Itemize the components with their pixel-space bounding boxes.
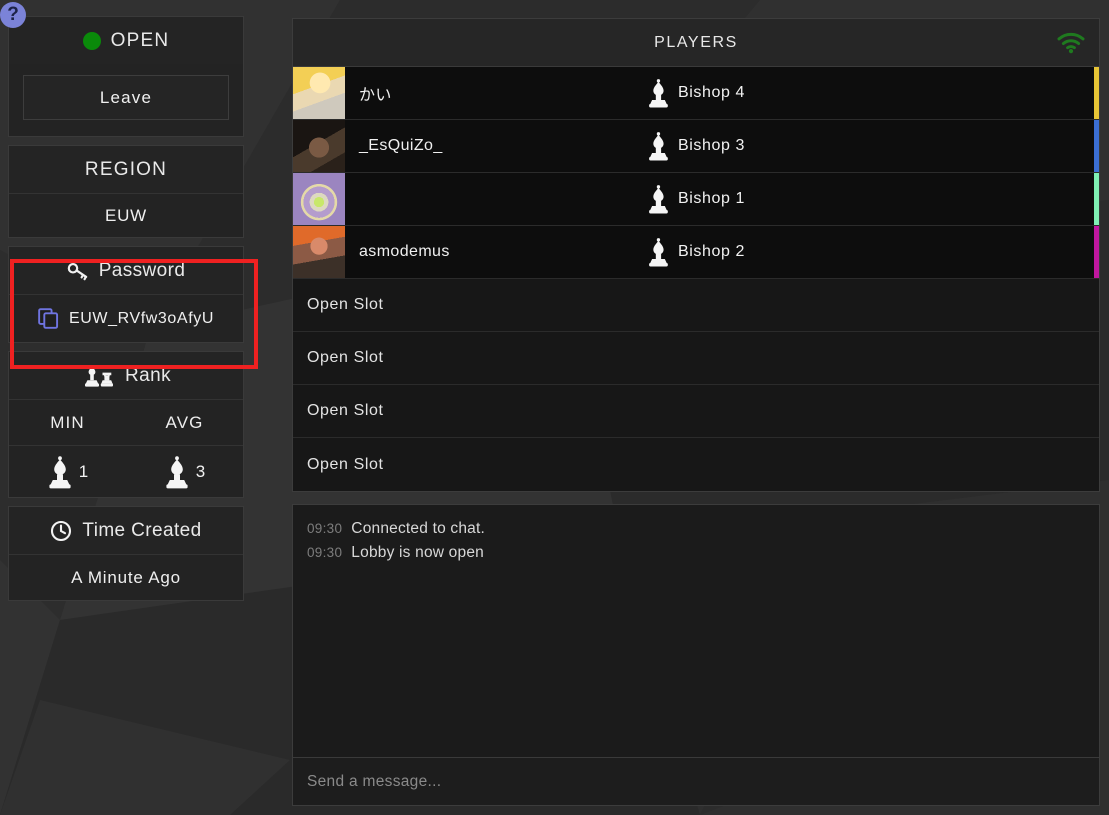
- leave-button-wrap: Leave: [9, 64, 243, 136]
- open-slot-row[interactable]: Open Slot: [293, 438, 1099, 491]
- clock-icon: [50, 520, 72, 542]
- key-icon: [67, 261, 89, 281]
- time-created-header: Time Created: [9, 507, 243, 554]
- open-slots-list: Open Slot Open Slot Open Slot Open Slot: [293, 279, 1099, 491]
- rank-values-row: 1 3: [9, 445, 243, 497]
- region-card: REGION EUW: [8, 145, 244, 238]
- open-slot-row[interactable]: Open Slot: [293, 385, 1099, 438]
- player-color-stripe: [1094, 226, 1099, 278]
- chess-bishop-icon: [47, 455, 73, 489]
- rank-avg-value: 3: [195, 461, 206, 481]
- player-row[interactable]: Bishop 1: [293, 173, 1099, 226]
- player-rank-label: Bishop 2: [677, 243, 746, 260]
- player-rank: Bishop 4: [647, 78, 745, 108]
- avatar: [293, 173, 345, 225]
- chess-bishop-icon: [647, 237, 670, 267]
- chat-timestamp: 09:30: [307, 521, 343, 536]
- avatar: [293, 226, 345, 278]
- rank-header: Rank: [9, 352, 243, 399]
- chess-bishop-icon: [647, 184, 670, 214]
- avatar: [293, 67, 345, 119]
- help-icon[interactable]: ?: [0, 2, 26, 28]
- players-list: かい Bishop 4 _EsQuiZo_ Bishop 3 Bishop 1 asmod…: [293, 67, 1099, 279]
- chat-text: Lobby is now open: [351, 544, 484, 561]
- players-panel: PLAYERS かい Bishop 4 _EsQuiZo_ Bishop 3 Bisho…: [292, 18, 1100, 492]
- chat-input-wrap[interactable]: [293, 757, 1099, 805]
- password-value-text: EUW_RVfw3oAfyU: [68, 309, 215, 327]
- chess-bishop-icon: [164, 455, 190, 489]
- chat-panel: 09:30 Connected to chat. 09:30 Lobby is now…: [292, 504, 1100, 806]
- open-slot-row[interactable]: Open Slot: [293, 332, 1099, 385]
- player-rank-label: Bishop 4: [677, 84, 746, 101]
- player-rank: Bishop 1: [647, 184, 745, 214]
- chat-log: 09:30 Connected to chat. 09:30 Lobby is now…: [293, 505, 1099, 757]
- region-value: EUW: [9, 193, 243, 237]
- chess-bishop-icon: [647, 131, 670, 161]
- rank-min-cell: 1: [9, 446, 126, 497]
- player-rank-label: Bishop 1: [677, 190, 746, 207]
- player-name: _EsQuiZo_: [359, 137, 443, 154]
- wifi-icon: [1057, 32, 1085, 53]
- players-title: PLAYERS: [654, 33, 738, 51]
- main-column: PLAYERS かい Bishop 4 _EsQuiZo_ Bishop 3 Bisho…: [292, 18, 1100, 806]
- time-created-card: Time Created A Minute Ago: [8, 506, 244, 601]
- chat-text: Connected to chat.: [351, 520, 486, 537]
- player-rank-label: Bishop 3: [677, 137, 746, 154]
- region-header: REGION: [9, 146, 243, 193]
- status-dot-icon: [82, 31, 101, 50]
- player-name: asmodemus: [359, 243, 450, 260]
- player-row[interactable]: asmodemus Bishop 2: [293, 226, 1099, 279]
- chess-pieces-icon: [81, 364, 115, 388]
- leave-button[interactable]: Leave: [23, 75, 229, 120]
- player-rank: Bishop 2: [647, 237, 745, 267]
- chat-timestamp: 09:30: [307, 545, 343, 560]
- rank-column-headers: MIN AVG: [9, 399, 243, 445]
- player-color-stripe: [1094, 67, 1099, 119]
- player-color-stripe: [1094, 173, 1099, 225]
- password-title-label: Password: [98, 259, 186, 281]
- chess-bishop-icon: [647, 78, 670, 108]
- password-card: Password EUW_RVfw3oAfyU: [8, 246, 244, 343]
- lobby-status-card: OPEN Leave: [8, 16, 244, 137]
- time-created-value: A Minute Ago: [9, 554, 243, 600]
- password-header: Password: [9, 247, 243, 294]
- player-name: かい: [359, 87, 392, 104]
- lobby-status-header: OPEN: [9, 17, 243, 64]
- chat-message: 09:30 Connected to chat.: [307, 517, 1099, 541]
- player-color-stripe: [1094, 120, 1099, 172]
- chat-input[interactable]: [307, 772, 1085, 791]
- copy-icon[interactable]: [38, 308, 59, 329]
- rank-title-label: Rank: [125, 364, 171, 386]
- time-created-title: Time Created: [82, 519, 202, 541]
- lobby-screen: ? OPEN Leave REGION EUW Password EUW_RVf…: [0, 0, 1109, 815]
- password-value-row[interactable]: EUW_RVfw3oAfyU: [9, 294, 243, 342]
- player-rank: Bishop 3: [647, 131, 745, 161]
- open-slot-row[interactable]: Open Slot: [293, 279, 1099, 332]
- rank-card: Rank MIN AVG 1 3: [8, 351, 244, 498]
- rank-column-min: MIN: [50, 412, 85, 432]
- avatar: [293, 120, 345, 172]
- players-header: PLAYERS: [293, 19, 1099, 67]
- lobby-status-label: OPEN: [110, 29, 170, 51]
- sidebar: OPEN Leave REGION EUW Password EUW_RVfw3…: [8, 16, 258, 609]
- player-row[interactable]: かい Bishop 4: [293, 67, 1099, 120]
- player-row[interactable]: _EsQuiZo_ Bishop 3: [293, 120, 1099, 173]
- rank-avg-cell: 3: [126, 446, 243, 497]
- chat-message: 09:30 Lobby is now open: [307, 541, 1099, 565]
- rank-column-avg: AVG: [165, 412, 204, 432]
- rank-min-value: 1: [78, 461, 89, 481]
